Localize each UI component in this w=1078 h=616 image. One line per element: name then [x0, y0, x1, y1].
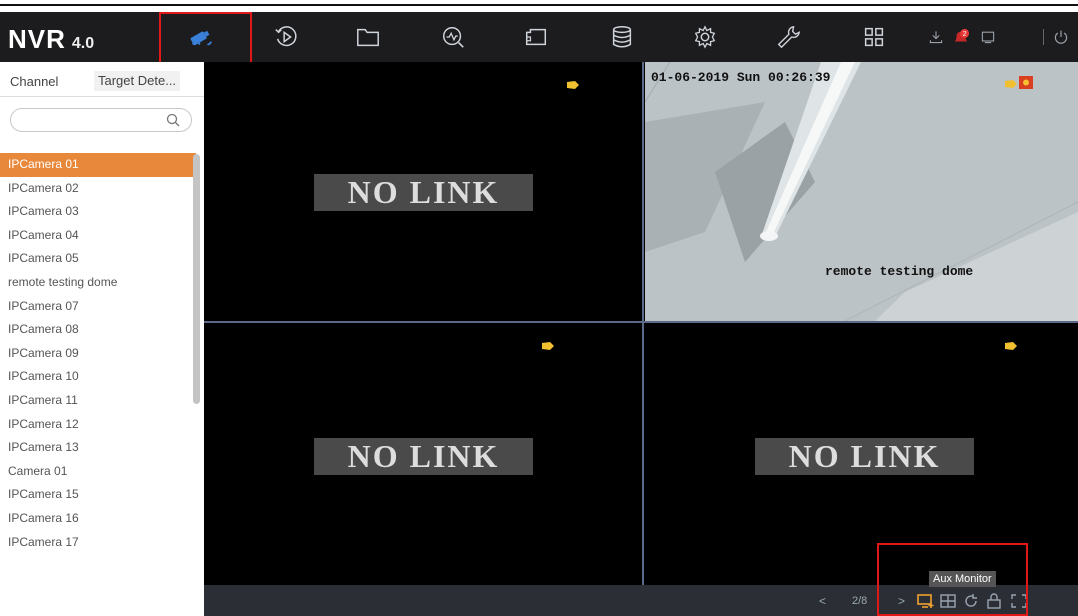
channel-item-ipcamera-04[interactable]: IPCamera 04: [0, 224, 196, 248]
view-window-1[interactable]: NO LINK: [204, 62, 642, 321]
channel-item-ipcamera-05[interactable]: IPCamera 05: [0, 247, 196, 271]
no-link-label: NO LINK: [314, 174, 533, 211]
view-window-3[interactable]: NO LINK: [204, 324, 642, 585]
channel-item-ipcamera-12[interactable]: IPCamera 12: [0, 413, 196, 437]
channel-item-ipcamera-07[interactable]: IPCamera 07: [0, 295, 196, 319]
motion-alarm-icon: [542, 342, 554, 350]
logo-text: NVR: [8, 24, 66, 54]
osd-camera-name: remote testing dome: [825, 264, 974, 279]
separator: [1043, 29, 1044, 45]
search-icon[interactable]: [165, 112, 181, 128]
grid-divider-horizontal: [204, 321, 1078, 323]
live-view-grid: NO LINK 01-06-2019 Sun 00:26:39 remote t…: [204, 62, 1078, 585]
prev-page-button[interactable]: <: [819, 585, 826, 616]
channel-item-ipcamera-11[interactable]: IPCamera 11: [0, 389, 196, 413]
channel-search[interactable]: [10, 108, 192, 132]
alarm-count: 2: [963, 29, 967, 38]
channel-item-ipcamera-08[interactable]: IPCamera 08: [0, 318, 196, 342]
grid-divider-vertical: [642, 62, 644, 585]
channel-item-ipcamera-17[interactable]: IPCamera 17: [0, 531, 196, 555]
storage-icon[interactable]: [594, 12, 650, 62]
power-icon[interactable]: [1046, 12, 1076, 62]
nvr-logo: NVR 4.0: [8, 24, 95, 54]
channel-list-scrollbar[interactable]: [193, 154, 200, 404]
channel-item-ipcamera-09[interactable]: IPCamera 09: [0, 342, 196, 366]
recording-icon: [1019, 76, 1033, 89]
page-indicator: 2/8: [852, 594, 868, 607]
channel-item-ipcamera-16[interactable]: IPCamera 16: [0, 507, 196, 531]
no-link-label: NO LINK: [314, 438, 533, 475]
channel-list: IPCamera 01 IPCamera 02 IPCamera 03 IPCa…: [0, 153, 196, 554]
view-window-2[interactable]: 01-06-2019 Sun 00:26:39 remote testing d…: [645, 62, 1078, 321]
grid-menu-icon[interactable]: [846, 12, 902, 62]
settings-icon[interactable]: [677, 12, 733, 62]
logo-version: 4.0: [71, 35, 95, 52]
playback-icon[interactable]: [258, 12, 314, 62]
channel-item-ipcamera-15[interactable]: IPCamera 15: [0, 483, 196, 507]
record-icon[interactable]: [974, 12, 1002, 62]
channel-item-ipcamera-03[interactable]: IPCamera 03: [0, 200, 196, 224]
tab-target-detection[interactable]: Target Dete...: [94, 71, 181, 91]
channel-item-remote-testing-dome[interactable]: remote testing dome: [0, 271, 196, 295]
no-link-label: NO LINK: [755, 438, 974, 475]
channel-item-camera-01[interactable]: Camera 01: [0, 460, 196, 484]
camera-image: [645, 62, 1078, 321]
channel-item-ipcamera-01[interactable]: IPCamera 01: [0, 153, 196, 177]
osd-timestamp: 01-06-2019 Sun 00:26:39: [651, 70, 831, 85]
smart-analysis-icon[interactable]: [425, 12, 481, 62]
motion-alarm-icon: [567, 81, 579, 89]
search-input[interactable]: [19, 112, 163, 128]
channel-sidebar: Channel Target Dete... IPCamera 01 IPCam…: [0, 62, 204, 616]
maintenance-icon[interactable]: [760, 12, 816, 62]
channel-item-ipcamera-02[interactable]: IPCamera 02: [0, 177, 196, 201]
top-border: [0, 4, 1078, 6]
live-view-highlight: [159, 12, 252, 66]
intelligent-icon[interactable]: [508, 12, 564, 62]
aux-monitor-highlight: [877, 543, 1028, 616]
tab-channel[interactable]: Channel: [10, 74, 58, 89]
motion-alarm-icon: [1005, 80, 1017, 88]
motion-alarm-icon: [1005, 342, 1017, 350]
channel-item-ipcamera-10[interactable]: IPCamera 10: [0, 365, 196, 389]
channel-item-ipcamera-13[interactable]: IPCamera 13: [0, 436, 196, 460]
file-icon[interactable]: [340, 12, 396, 62]
alarm-icon[interactable]: 2: [946, 12, 976, 62]
sidebar-tabs: Channel Target Dete...: [0, 62, 204, 97]
